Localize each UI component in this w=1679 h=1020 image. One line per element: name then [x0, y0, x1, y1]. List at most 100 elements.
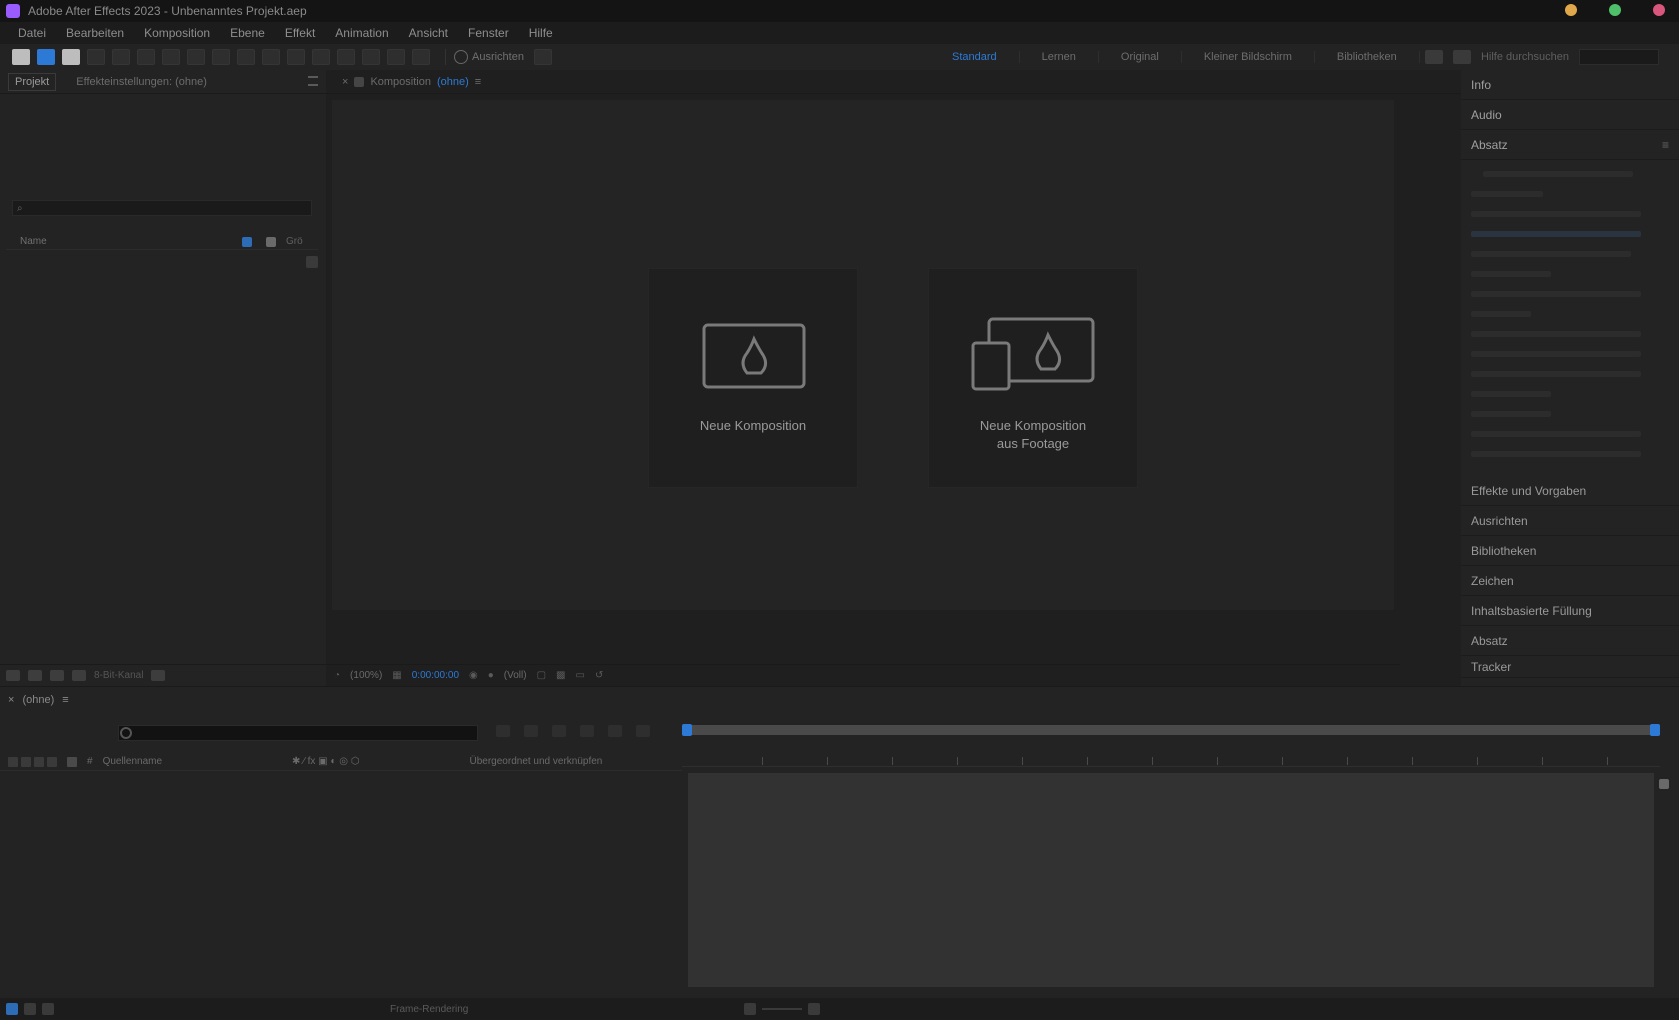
info-section[interactable]: Info — [1461, 70, 1679, 100]
close-button[interactable] — [1653, 4, 1665, 16]
workspace-small-screen[interactable]: Kleiner Bildschirm — [1182, 51, 1315, 63]
indent-field[interactable] — [1471, 191, 1543, 197]
workspace-original[interactable]: Original — [1099, 51, 1182, 63]
autolead-field[interactable] — [1471, 391, 1551, 397]
timeline-search-input[interactable] — [118, 725, 478, 741]
lock-icon[interactable] — [354, 76, 365, 87]
menu-effekt[interactable]: Effekt — [277, 24, 323, 42]
column-size[interactable]: Grö — [286, 236, 303, 247]
solo-switch-icon[interactable] — [34, 756, 44, 767]
paragraph-menu-icon[interactable]: ≡ — [1662, 138, 1669, 152]
timeline-zoom-slider[interactable] — [762, 1008, 803, 1010]
motion-blur-icon[interactable] — [608, 725, 622, 737]
timeline-menu-icon[interactable]: ≡ — [62, 694, 68, 706]
clone-stamp-icon[interactable] — [337, 49, 355, 65]
eraser-tool-icon[interactable] — [362, 49, 380, 65]
menu-animation[interactable]: Animation — [327, 24, 396, 42]
pan-behind-icon[interactable] — [212, 49, 230, 65]
character-section[interactable]: Zeichen — [1461, 566, 1679, 596]
audio-switch-icon[interactable] — [21, 756, 31, 767]
minimize-button[interactable] — [1565, 4, 1577, 16]
composition-tab-value[interactable]: (ohne) — [437, 76, 469, 88]
roman-checkbox[interactable] — [1471, 451, 1641, 457]
timeline-tab[interactable]: × (ohne) ≡ — [8, 691, 69, 709]
comp-marker-icon[interactable] — [1659, 779, 1669, 789]
delete-icon[interactable] — [151, 670, 166, 681]
workspace-libraries[interactable]: Bibliotheken — [1315, 51, 1420, 63]
composition-menu-icon[interactable]: ≡ — [475, 76, 481, 88]
dolly-camera-icon[interactable] — [162, 49, 180, 65]
orbit-camera-icon[interactable] — [112, 49, 130, 65]
composer-select[interactable] — [1471, 271, 1551, 277]
interpret-footage-icon[interactable] — [6, 670, 20, 681]
close-timeline-icon[interactable]: × — [8, 694, 14, 706]
shape-tool-icon[interactable] — [237, 49, 255, 65]
align-buttons[interactable] — [1483, 171, 1633, 177]
comments-icon[interactable] — [1452, 50, 1471, 64]
close-tab-icon[interactable]: × — [342, 76, 348, 88]
frame-blending-icon[interactable] — [580, 725, 594, 737]
glyph-field[interactable] — [1471, 371, 1641, 377]
in-out-toggle-icon[interactable] — [42, 1003, 54, 1015]
roto-brush-icon[interactable] — [387, 49, 405, 65]
pan-camera-icon[interactable] — [137, 49, 155, 65]
shy-layers-icon[interactable] — [552, 725, 566, 737]
parent-link-column[interactable]: Übergeordnet und verknüpfen — [470, 756, 603, 767]
work-area-end-handle[interactable] — [1650, 724, 1660, 736]
paragraph-section[interactable]: Absatz — [1461, 626, 1679, 656]
work-area-start-handle[interactable] — [682, 724, 692, 736]
color-channel-icon[interactable]: ● — [488, 670, 494, 681]
project-search-input[interactable]: ⌕ — [12, 200, 312, 216]
snap-options-icon[interactable] — [533, 49, 552, 65]
work-area-bar[interactable] — [682, 724, 1660, 736]
align-section[interactable]: Ausrichten — [1461, 506, 1679, 536]
brush-tool-icon[interactable] — [312, 49, 330, 65]
transfer-controls-toggle-icon[interactable] — [24, 1003, 36, 1015]
add-column-icon[interactable] — [306, 256, 318, 268]
content-aware-fill-section[interactable]: Inhaltsbasierte Füllung — [1461, 596, 1679, 626]
switches-column-icon[interactable]: ✱ ∕ fx ▣ ◐ ◎ ⬡ — [292, 756, 359, 767]
menu-fenster[interactable]: Fenster — [460, 24, 517, 42]
magnification-icon[interactable]: ◔ — [334, 670, 340, 681]
transparency-grid-icon[interactable]: ▩ — [556, 670, 565, 681]
text-tool-icon[interactable] — [287, 49, 305, 65]
column-name[interactable]: Name — [20, 236, 47, 247]
current-time[interactable]: 0:00:00:00 — [412, 670, 459, 681]
menu-bearbeiten[interactable]: Bearbeiten — [58, 24, 132, 42]
region-of-interest-icon[interactable]: ▢ — [537, 670, 546, 681]
zoom-out-icon[interactable] — [744, 1003, 757, 1015]
label-column-icon[interactable] — [67, 756, 77, 767]
new-composition-icon[interactable] — [50, 670, 64, 681]
workspace-standard[interactable]: Standard — [930, 51, 1020, 63]
share-icon[interactable] — [1424, 50, 1443, 64]
tracker-section[interactable]: Tracker — [1461, 656, 1679, 678]
source-name-column[interactable]: Quellenname — [103, 756, 162, 767]
menu-datei[interactable]: Datei — [10, 24, 54, 42]
help-search-input[interactable] — [1579, 49, 1659, 65]
grid-icon[interactable]: ▦ — [392, 670, 401, 681]
hyphen-option[interactable] — [1471, 251, 1631, 257]
zoom-tool-icon[interactable] — [87, 49, 105, 65]
composition-viewer[interactable]: Neue Komposition Neue Komposition aus Fo… — [332, 100, 1394, 610]
audio-section[interactable]: Audio — [1461, 100, 1679, 130]
spacing-field[interactable] — [1471, 331, 1641, 337]
justify-field[interactable] — [1471, 291, 1641, 297]
maximize-button[interactable] — [1609, 4, 1621, 16]
graph-editor-icon[interactable] — [636, 725, 650, 737]
zoom-in-icon[interactable] — [808, 1003, 821, 1015]
menu-komposition[interactable]: Komposition — [136, 24, 218, 42]
puppet-pin-icon[interactable] — [412, 49, 430, 65]
selection-tool-icon[interactable] — [37, 49, 55, 65]
label-column-icon[interactable] — [242, 236, 252, 247]
comp-mini-flowchart-icon[interactable] — [496, 725, 510, 737]
resolution-select[interactable]: (Voll) — [504, 670, 527, 681]
bit-depth-label[interactable]: 8-Bit-Kanal — [94, 670, 143, 681]
new-composition-card[interactable]: Neue Komposition — [648, 268, 858, 488]
composition-tab-label[interactable]: Komposition — [370, 76, 431, 88]
hand-tool-icon[interactable] — [62, 49, 80, 65]
video-switch-icon[interactable] — [8, 756, 18, 767]
new-composition-from-footage-card[interactable]: Neue Komposition aus Footage — [928, 268, 1138, 488]
panel-menu-icon[interactable] — [308, 76, 318, 86]
menu-hilfe[interactable]: Hilfe — [521, 24, 561, 42]
letter-field[interactable] — [1471, 351, 1641, 357]
